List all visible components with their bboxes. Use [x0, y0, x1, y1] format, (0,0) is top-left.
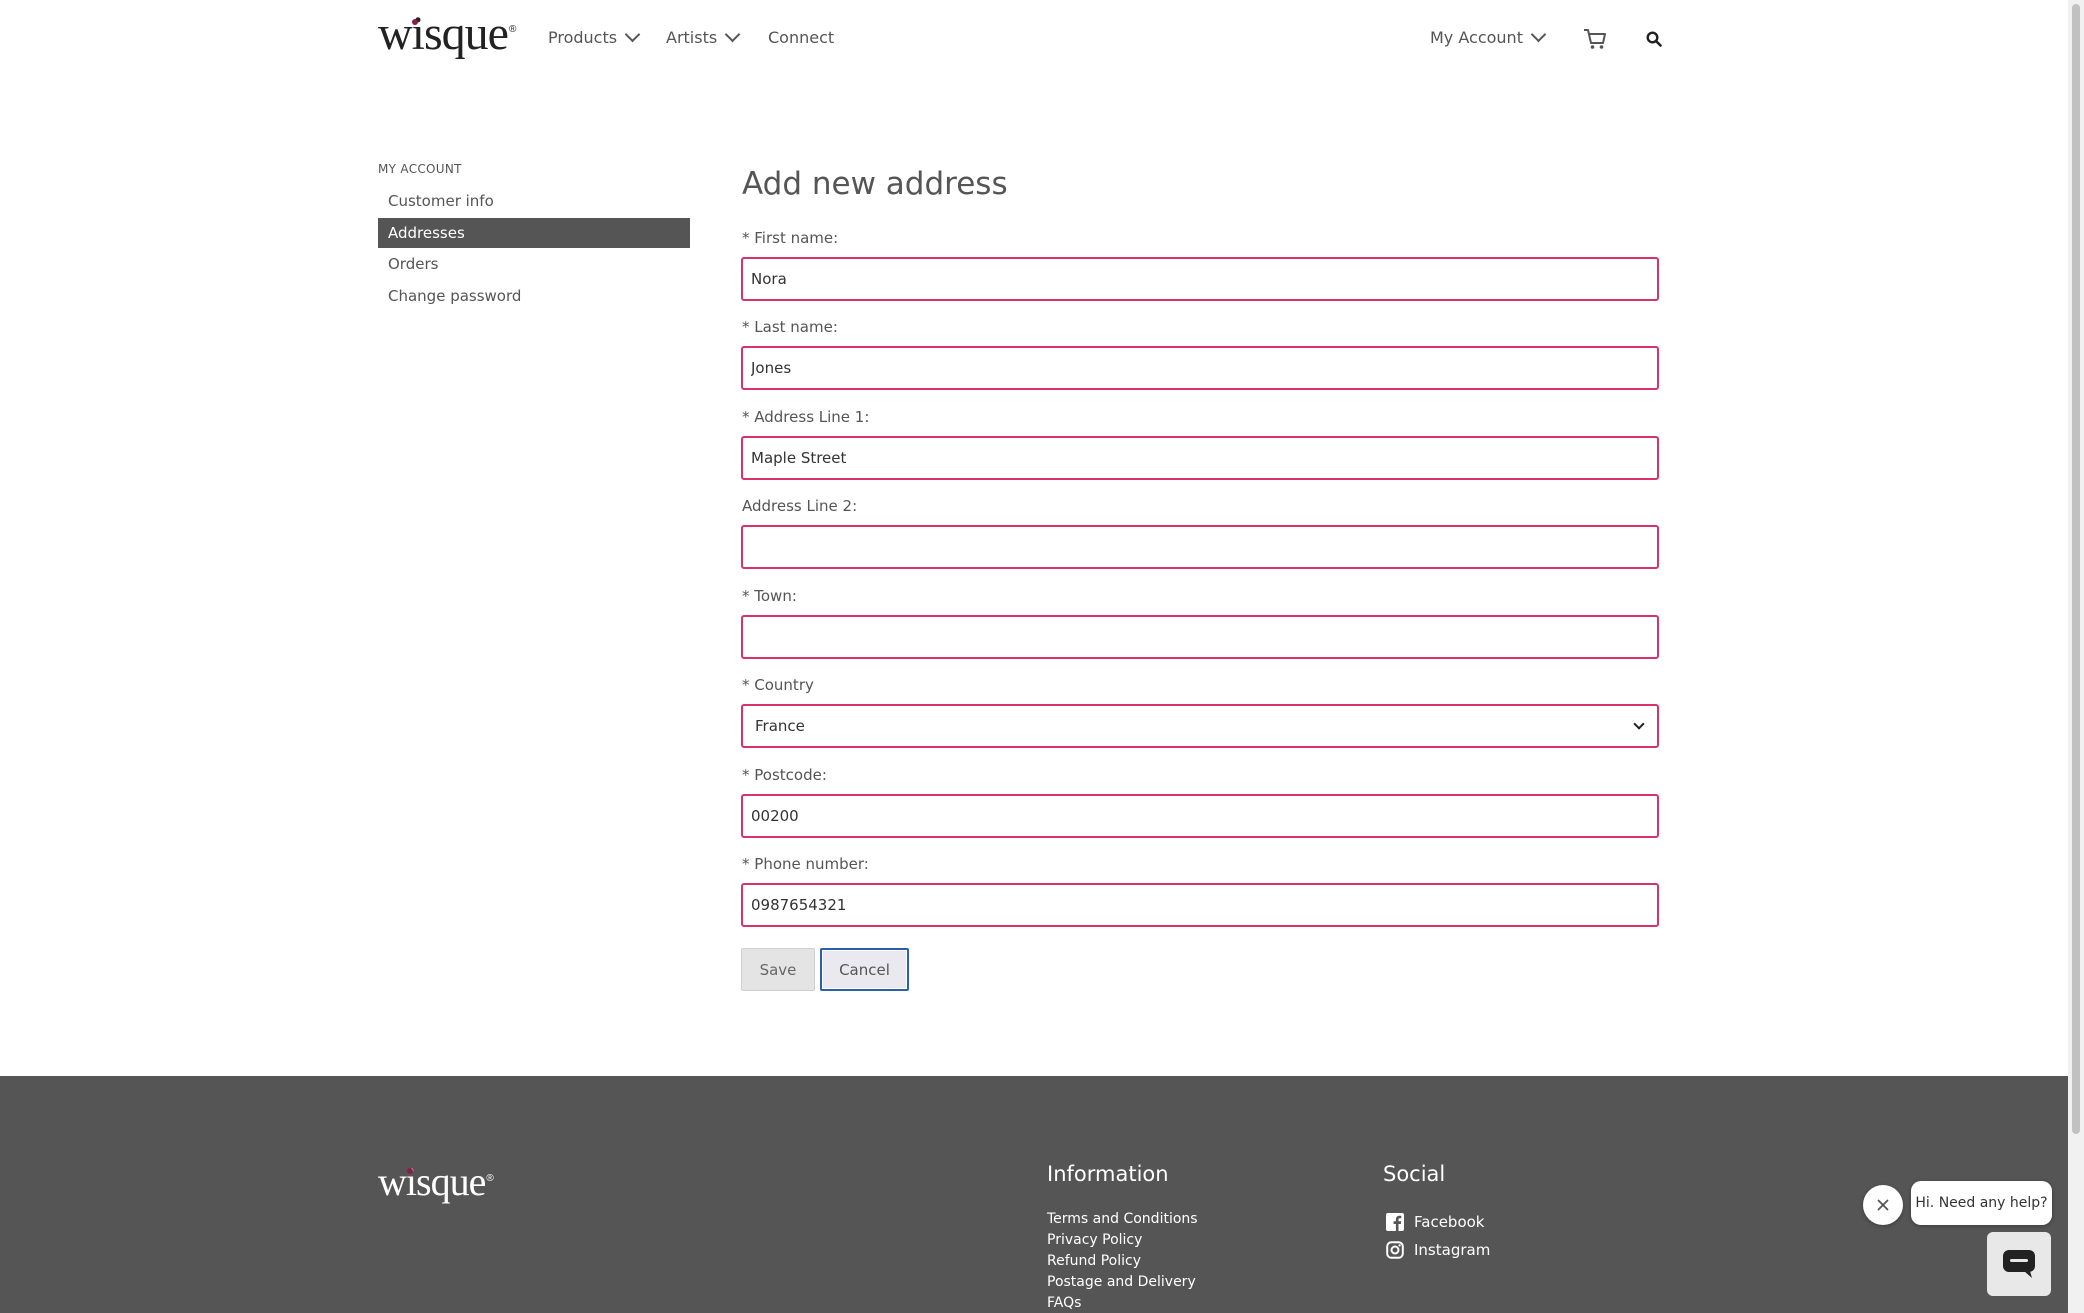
footer-link-faqs[interactable]: FAQs — [1047, 1295, 1081, 1311]
page-title: Add new address — [742, 166, 1008, 202]
town-label: * Town: — [742, 587, 797, 605]
sidebar-item-change-password[interactable]: Change password — [378, 281, 690, 311]
country-select[interactable]: France — [741, 704, 1659, 748]
footer-link-privacy[interactable]: Privacy Policy — [1047, 1232, 1142, 1248]
save-button[interactable]: Save — [741, 948, 815, 991]
chat-launcher-button[interactable] — [1987, 1232, 2051, 1296]
first-name-field[interactable] — [741, 257, 1659, 301]
nav-my-account-label: My Account — [1430, 28, 1523, 47]
social-heading: Social — [1383, 1162, 1446, 1186]
site-header: wisque® Products Artists Connect My Acco… — [0, 0, 2068, 80]
footer-logo-text: wisque — [378, 1159, 486, 1204]
sidebar-heading: MY ACCOUNT — [378, 162, 462, 176]
site-logo[interactable]: wisque® — [378, 6, 516, 61]
search-icon[interactable] — [1646, 31, 1662, 47]
chevron-down-icon — [1633, 717, 1645, 730]
address-line-2-label: Address Line 2: — [742, 497, 858, 515]
nav-products-label: Products — [548, 28, 618, 47]
instagram-icon — [1386, 1241, 1404, 1259]
postcode-field[interactable] — [741, 794, 1659, 838]
close-icon — [1877, 1199, 1889, 1211]
registered-mark: ® — [508, 24, 516, 35]
address-line-2-field[interactable] — [741, 525, 1659, 569]
scrollbar-thumb[interactable] — [2072, 4, 2080, 1134]
country-label: * Country — [742, 676, 814, 694]
postcode-label: * Postcode: — [742, 766, 827, 784]
information-heading: Information — [1047, 1162, 1169, 1186]
address-line-1-field[interactable] — [741, 436, 1659, 480]
chat-close-button[interactable] — [1863, 1185, 1903, 1225]
chat-icon — [2003, 1250, 2035, 1278]
sidebar-item-orders[interactable]: Orders — [378, 249, 690, 279]
sidebar-item-addresses[interactable]: Addresses — [378, 218, 690, 248]
first-name-label: * First name: — [742, 229, 839, 247]
phone-number-field[interactable] — [741, 883, 1659, 927]
registered-mark: ® — [486, 1172, 493, 1184]
facebook-label: Facebook — [1414, 1213, 1485, 1231]
nav-artists-label: Artists — [666, 28, 718, 47]
facebook-link[interactable]: Facebook — [1386, 1213, 1484, 1231]
cancel-button[interactable]: Cancel — [820, 948, 909, 991]
site-footer: wisque® Information Terms and Conditions… — [0, 1076, 2068, 1313]
country-selected-value: France — [755, 717, 805, 735]
nav-connect[interactable]: Connect — [768, 28, 834, 47]
cart-icon[interactable] — [1583, 28, 1607, 50]
footer-logo[interactable]: wisque® — [378, 1158, 494, 1205]
logo-text: wisque — [378, 7, 509, 60]
nav-artists[interactable]: Artists — [666, 26, 741, 47]
footer-link-postage[interactable]: Postage and Delivery — [1047, 1274, 1196, 1290]
address-line-1-label: * Address Line 1: — [742, 408, 870, 426]
footer-link-refund[interactable]: Refund Policy — [1047, 1253, 1141, 1269]
instagram-label: Instagram — [1414, 1241, 1491, 1259]
chevron-down-icon — [1530, 26, 1547, 43]
sidebar-item-customer-info[interactable]: Customer info — [378, 186, 690, 216]
phone-number-label: * Phone number: — [742, 855, 869, 873]
facebook-icon — [1386, 1213, 1404, 1231]
last-name-field[interactable] — [741, 346, 1659, 390]
instagram-link[interactable]: Instagram — [1386, 1241, 1490, 1259]
chevron-down-icon — [624, 26, 641, 43]
nav-my-account[interactable]: My Account — [1430, 26, 1547, 47]
page-scrollbar[interactable] — [2068, 0, 2084, 1313]
chat-greeting-bubble[interactable]: Hi. Need any help? — [1911, 1181, 2052, 1225]
logo-dot — [412, 19, 418, 25]
nav-connect-label: Connect — [768, 28, 835, 47]
footer-link-terms[interactable]: Terms and Conditions — [1047, 1211, 1198, 1227]
chevron-down-icon — [724, 26, 741, 43]
nav-products[interactable]: Products — [548, 26, 641, 47]
logo-dot — [407, 1168, 413, 1174]
town-field[interactable] — [741, 615, 1659, 659]
last-name-label: * Last name: — [742, 318, 838, 336]
